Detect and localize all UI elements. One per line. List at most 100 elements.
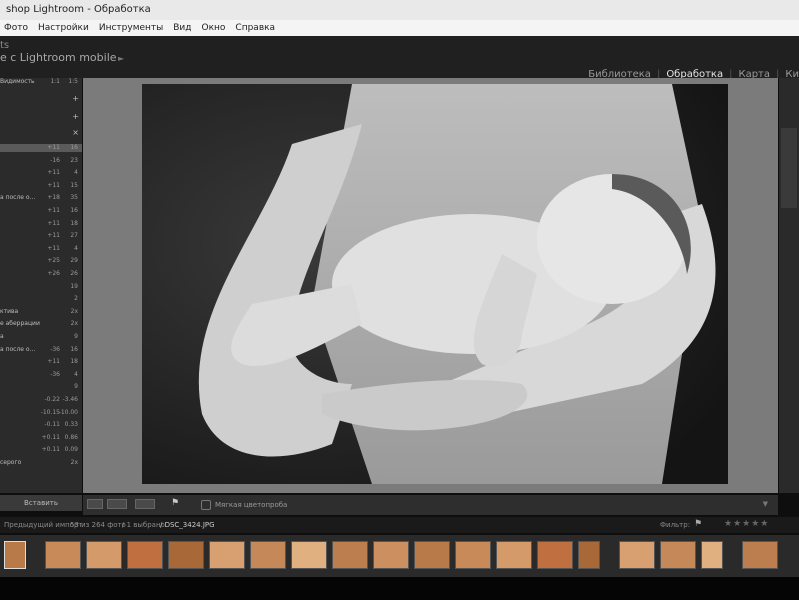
history-row[interactable]: а после о... -36 16	[0, 346, 82, 354]
filmstrip-thumbnail[interactable]	[373, 541, 409, 569]
history-value-a: -16	[50, 156, 60, 164]
menu-settings[interactable]: Настройки	[38, 23, 89, 33]
filmstrip-thumbnail[interactable]	[660, 541, 696, 569]
filmstrip-thumbnail[interactable]	[45, 541, 81, 569]
history-value-a: -0.22	[44, 396, 60, 403]
history-row[interactable]: ктива 2x	[0, 308, 82, 316]
history-value-b: 9	[74, 333, 78, 340]
menu-tools[interactable]: Инструменты	[99, 23, 163, 33]
menu-help[interactable]: Справка	[235, 23, 275, 33]
right-panel	[779, 78, 799, 493]
filmstrip-thumbnail[interactable]	[414, 541, 450, 569]
filmstrip-thumbnail[interactable]	[496, 541, 532, 569]
history-row[interactable]: +11 4	[0, 245, 82, 253]
soft-proof-checkbox[interactable]	[201, 500, 211, 510]
filmstrip-thumbnail[interactable]	[701, 541, 723, 569]
history-value-b: -10.00	[58, 408, 78, 416]
flag-icon[interactable]: ⚑	[694, 519, 702, 529]
history-value-a: +11	[47, 358, 60, 366]
view-mode-icon[interactable]	[87, 499, 103, 509]
history-value-a: +0.11	[41, 446, 60, 454]
menu-view[interactable]: Вид	[173, 23, 191, 33]
dropdown-icon[interactable]: ▼	[763, 500, 768, 508]
filmstrip-thumbnail[interactable]	[86, 541, 122, 569]
filmstrip-thumbnail[interactable]	[127, 541, 163, 569]
history-row[interactable]: +11 27	[0, 232, 82, 240]
filmstrip-thumbnail[interactable]	[291, 541, 327, 569]
history-label: а	[0, 333, 4, 340]
photo-preview[interactable]	[142, 84, 728, 484]
history-value-b: 0.09	[64, 446, 78, 454]
plus-icon[interactable]: +	[72, 94, 79, 103]
history-value-a: +11	[47, 232, 60, 240]
history-row[interactable]: -0.11 0.33	[0, 421, 82, 429]
history-row[interactable]: +11 16	[0, 144, 82, 152]
filmstrip-thumbnail[interactable]	[250, 541, 286, 569]
history-row[interactable]: +0.11 0.09	[0, 446, 82, 454]
identity-text: ts е с Lightroom mobile	[0, 40, 117, 64]
history-value-b: 18	[70, 219, 78, 227]
history-value-a: +26	[47, 270, 60, 277]
history-row[interactable]: +11 15	[0, 182, 82, 190]
history-label: ктива	[0, 307, 19, 315]
history-row[interactable]: 9	[0, 383, 82, 391]
history-row[interactable]: +11 18	[0, 358, 82, 366]
history-row[interactable]: -16 23	[0, 157, 82, 165]
filmstrip-info-bar: Предыдущий импорт 53 из 264 фото / 1 выб…	[0, 517, 799, 533]
filmstrip-thumbnail[interactable]	[168, 541, 204, 569]
history-value-a: +0.11	[41, 433, 60, 441]
left-top-v2[interactable]: 1:5	[68, 78, 78, 85]
compare-icon[interactable]	[135, 499, 155, 509]
history-row[interactable]: а9	[0, 333, 82, 341]
plus-icon[interactable]: +	[72, 112, 79, 121]
filmstrip-thumbnail[interactable]	[578, 541, 600, 569]
paste-button[interactable]: Вставить	[0, 495, 82, 511]
photo-count: 53 из 264 фото	[70, 521, 126, 529]
menu-window[interactable]: Окно	[202, 23, 226, 33]
history-row[interactable]: +11 18	[0, 220, 82, 228]
filmstrip-thumbnail[interactable]	[209, 541, 245, 569]
star-icon[interactable]: ★★★★★	[724, 519, 769, 529]
history-value-a: +18	[47, 194, 60, 202]
left-top-label: Видимость	[0, 78, 35, 85]
history-row[interactable]: -10.15 -10.00	[0, 409, 82, 417]
filmstrip-thumbnail[interactable]	[537, 541, 573, 569]
filmstrip-thumbnail[interactable]	[4, 541, 26, 569]
close-icon[interactable]: ×	[72, 128, 79, 137]
history-row[interactable]: 19	[0, 283, 82, 291]
history-row[interactable]: -36 4	[0, 371, 82, 379]
history-row[interactable]: +11 16	[0, 207, 82, 215]
history-row[interactable]: +26 26	[0, 270, 82, 278]
history-value-b: 27	[70, 232, 78, 240]
menu-photo[interactable]: Фото	[4, 23, 28, 33]
current-file[interactable]: / DSC_3424.JPG	[160, 521, 215, 529]
filmstrip-thumbnail[interactable]	[332, 541, 368, 569]
history-row[interactable]: 2	[0, 295, 82, 303]
history-value-a: +11	[47, 181, 60, 189]
history-row[interactable]: +25 29	[0, 257, 82, 265]
identity-line2: е с Lightroom mobile	[0, 51, 117, 64]
history-value-b: 4	[74, 370, 78, 378]
history-value-b: 16	[70, 345, 78, 353]
flag-icon[interactable]: ⚑	[171, 498, 179, 508]
window-titlebar: shop Lightroom - Обработка	[0, 0, 799, 20]
left-top-v1[interactable]: 1:1	[50, 78, 60, 85]
history-row[interactable]: а после о... +18 35	[0, 194, 82, 202]
history-value-b: 4	[74, 244, 78, 252]
history-row[interactable]: е аберрации 2x	[0, 320, 82, 328]
filmstrip-thumbnail[interactable]	[455, 541, 491, 569]
history-row[interactable]: -0.22 -3.46	[0, 396, 82, 404]
history-value-b: 18	[70, 358, 78, 366]
selected-count: / 1 выбрано	[122, 521, 165, 529]
history-value-b: 0.33	[64, 421, 78, 429]
chevron-right-icon[interactable]: ►	[118, 54, 124, 63]
history-row[interactable]: серого 2x	[0, 459, 82, 467]
filmstrip-thumbnail[interactable]	[619, 541, 655, 569]
history-value-a: +11	[47, 144, 60, 151]
history-value-a: +11	[47, 219, 60, 227]
before-after-icon[interactable]	[107, 499, 127, 509]
history-value-b: 0.86	[64, 433, 78, 441]
filmstrip-thumbnail[interactable]	[742, 541, 778, 569]
history-row[interactable]: +11 4	[0, 169, 82, 177]
history-row[interactable]: +0.11 0.86	[0, 434, 82, 442]
